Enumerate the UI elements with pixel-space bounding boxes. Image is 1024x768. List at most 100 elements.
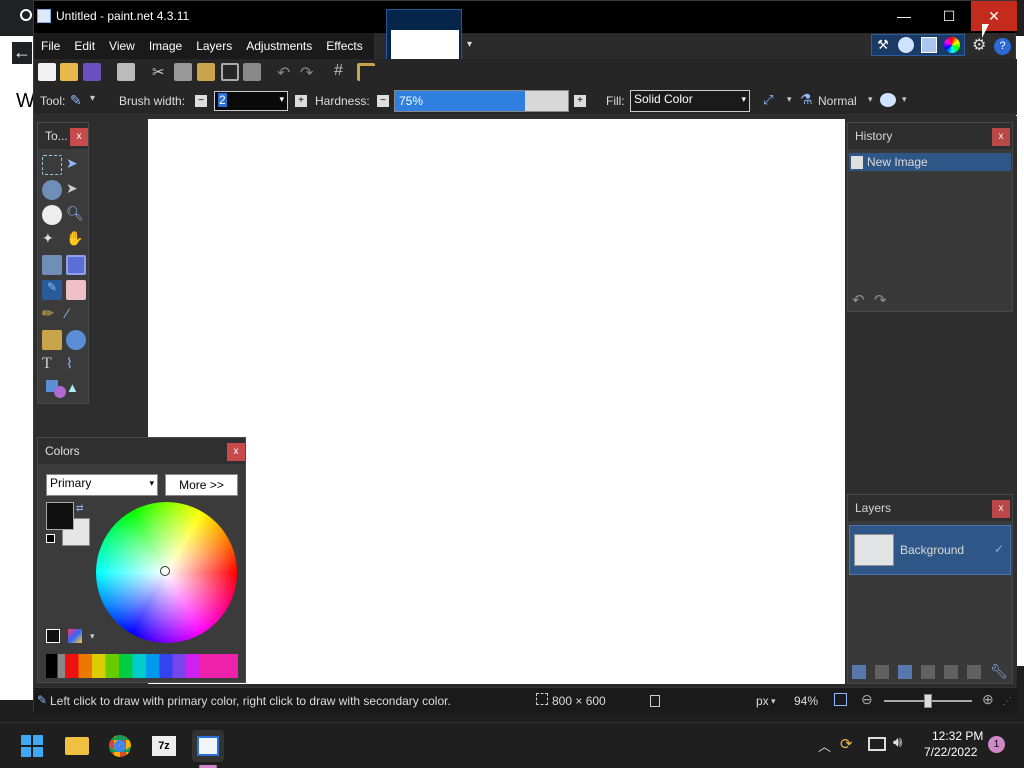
blend-mode-icon[interactable]: ⚗ [800, 91, 813, 108]
tool-dropdown-icon[interactable]: ▾ [90, 93, 95, 104]
menu-image[interactable]: Image [142, 33, 189, 59]
ellipse-select-icon[interactable] [42, 205, 62, 225]
undo-icon[interactable]: ↶ [277, 63, 290, 83]
chrome-button[interactable] [104, 730, 136, 762]
color-palette-strip[interactable] [46, 654, 238, 678]
brush-width-input[interactable]: 2 ▾ [214, 91, 288, 111]
zoom-out-icon[interactable]: ⊖ [861, 691, 873, 708]
rectangle-select-icon[interactable] [42, 155, 62, 175]
file-explorer-button[interactable] [61, 730, 93, 762]
move-layer-up-icon[interactable] [944, 665, 958, 679]
back-arrow-icon[interactable]: ← [12, 42, 32, 64]
menu-effects[interactable]: Effects [319, 33, 369, 59]
hardness-slider[interactable]: 75% [394, 90, 569, 112]
menu-layers[interactable]: Layers [189, 33, 239, 59]
color-picker-icon[interactable]: ⁄ [66, 305, 86, 325]
layers-toggle-icon[interactable] [921, 37, 937, 53]
zoom-to-window-icon[interactable] [834, 693, 847, 706]
clone-stamp-icon[interactable] [42, 330, 62, 350]
color-wheel-picker[interactable] [160, 566, 170, 576]
show-hidden-icons[interactable]: ︿ [818, 736, 831, 755]
zoom-level[interactable]: 94% [794, 694, 818, 708]
move-selected-icon[interactable]: ➤ [66, 155, 86, 175]
menu-adjustments[interactable]: Adjustments [239, 33, 319, 59]
hardness-increase[interactable]: + [574, 95, 586, 107]
start-button[interactable] [16, 730, 48, 762]
layer-visible-checkbox[interactable]: ✓ [994, 542, 1004, 556]
layers-panel-close[interactable]: x [992, 500, 1010, 518]
clock-time[interactable]: 12:32 PM [932, 729, 983, 743]
paintbrush-icon[interactable]: ✎ [42, 280, 62, 300]
blend-mode-dropdown-icon[interactable]: ▾ [868, 94, 873, 105]
open-file-icon[interactable] [60, 63, 78, 81]
tools-toggle-icon[interactable]: ⚒ [875, 37, 891, 53]
help-icon[interactable]: ? [994, 38, 1011, 55]
menu-view[interactable]: View [102, 33, 142, 59]
tab-scroll-icon[interactable]: ▾ [467, 39, 472, 50]
selection-mode-icon[interactable] [880, 93, 896, 107]
settings-gear-icon[interactable]: ⚙ [972, 35, 986, 55]
color-mode-select[interactable]: Primary ▾ [46, 474, 158, 496]
swap-colors-icon[interactable]: ⇄ [76, 503, 84, 514]
history-item[interactable]: New Image [849, 153, 1011, 171]
deselect-icon[interactable] [243, 63, 261, 81]
gradient-icon[interactable] [66, 255, 86, 275]
units-select[interactable]: px [756, 694, 769, 708]
shapes-icon[interactable]: ▲ [46, 380, 82, 398]
menu-file[interactable]: File [34, 33, 67, 59]
antialiasing-dropdown-icon[interactable]: ▾ [787, 94, 792, 105]
crop-icon[interactable] [221, 63, 239, 81]
antialiasing-icon[interactable]: ⤢ [763, 92, 773, 108]
image-canvas[interactable] [148, 119, 845, 684]
merge-layer-down-icon[interactable] [921, 665, 935, 679]
print-icon[interactable] [117, 63, 135, 81]
update-icon[interactable]: ⟳ [840, 735, 853, 753]
grid-icon[interactable]: # [334, 62, 343, 80]
selection-mode-dropdown-icon[interactable]: ▾ [902, 94, 907, 105]
maximize-button[interactable]: ☐ [926, 1, 972, 31]
history-undo-icon[interactable]: ↶ [852, 291, 865, 309]
history-toggle-icon[interactable] [898, 37, 914, 53]
duplicate-layer-icon[interactable] [898, 665, 912, 679]
colors-panel-close[interactable]: x [227, 443, 245, 461]
color-wheel[interactable] [96, 502, 237, 643]
line-curve-icon[interactable]: ⌇ [66, 355, 86, 375]
zoom-icon[interactable]: 🔍︎ [66, 205, 86, 225]
palette-icon[interactable] [68, 629, 82, 643]
pan-hand-icon[interactable]: ✋ [66, 230, 86, 250]
minimize-button[interactable]: — [881, 1, 927, 31]
7zip-button[interactable]: 7z [148, 730, 180, 762]
colors-toggle-icon[interactable] [944, 37, 960, 53]
network-icon[interactable] [868, 737, 886, 751]
paste-icon[interactable] [197, 63, 215, 81]
tools-panel-close[interactable]: x [70, 128, 88, 146]
move-layer-down-icon[interactable] [967, 665, 981, 679]
clock-date[interactable]: 7/22/2022 [924, 745, 977, 759]
history-redo-icon[interactable]: ↷ [874, 291, 887, 309]
reset-colors-icon[interactable] [46, 534, 55, 543]
delete-layer-icon[interactable] [875, 665, 889, 679]
brush-width-decrease[interactable]: − [195, 95, 207, 107]
blend-mode-select[interactable]: Normal [818, 94, 857, 108]
move-selection-icon[interactable]: ➤ [66, 180, 86, 200]
layer-properties-icon[interactable]: 🔧︎ [990, 663, 1008, 680]
brush-width-increase[interactable]: + [295, 95, 307, 107]
save-file-icon[interactable] [83, 63, 101, 81]
paint-bucket-icon[interactable] [42, 255, 62, 275]
redo-icon[interactable]: ↷ [300, 63, 313, 83]
palette-dropdown-icon[interactable]: ▾ [90, 631, 95, 642]
more-colors-button[interactable]: More >> [165, 474, 238, 496]
history-panel-close[interactable]: x [992, 128, 1010, 146]
recolor-icon[interactable] [66, 330, 86, 350]
layer-row[interactable]: Background ✓ [849, 525, 1011, 575]
new-file-icon[interactable] [38, 63, 56, 81]
text-icon[interactable]: T [42, 355, 62, 375]
close-button[interactable]: ✕ [971, 1, 1017, 31]
copy-icon[interactable] [174, 63, 192, 81]
eraser-icon[interactable] [66, 280, 86, 300]
add-layer-icon[interactable] [852, 665, 866, 679]
notification-badge[interactable]: 1 [988, 736, 1005, 753]
paintnet-button[interactable] [192, 730, 224, 762]
primary-color-swatch[interactable] [46, 502, 74, 530]
add-color-icon[interactable] [46, 629, 60, 643]
